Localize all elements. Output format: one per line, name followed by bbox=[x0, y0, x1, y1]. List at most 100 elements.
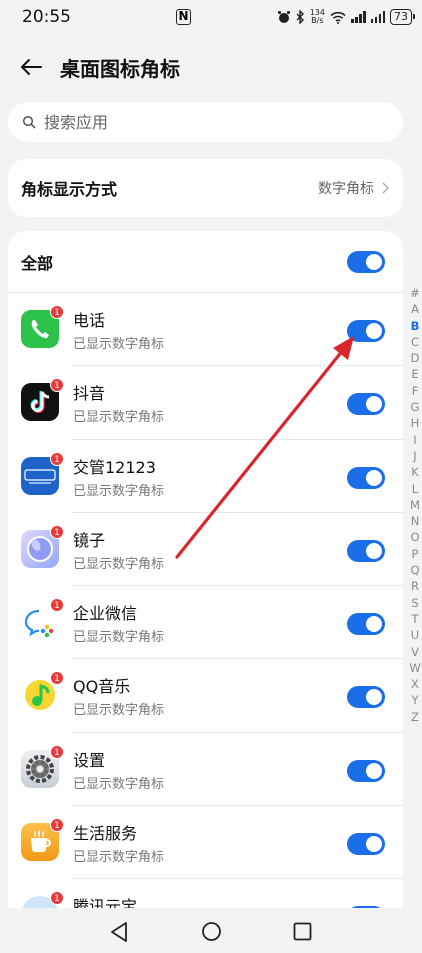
all-apps-label: 全部 bbox=[21, 253, 54, 273]
list-item: 1 生活服务 已显示数字角标 bbox=[8, 806, 403, 880]
status-time: 20:55 bbox=[22, 7, 71, 27]
nav-back-icon[interactable] bbox=[109, 921, 129, 943]
navigation-bar bbox=[0, 908, 422, 953]
index-letter[interactable]: X bbox=[408, 676, 422, 692]
index-letter[interactable]: J bbox=[408, 448, 422, 464]
app-badge-toggle[interactable] bbox=[347, 539, 385, 562]
index-letter[interactable]: F bbox=[408, 383, 422, 399]
battery-indicator: 73 bbox=[390, 9, 415, 25]
badge-display-mode-value-text: 数字角标 bbox=[318, 181, 374, 197]
app-badge-status: 已显示数字角标 bbox=[73, 337, 165, 352]
index-letter[interactable]: V bbox=[408, 644, 422, 660]
search-bar[interactable] bbox=[8, 102, 403, 142]
badge-count: 1 bbox=[50, 524, 64, 539]
index-letter[interactable]: W bbox=[408, 660, 422, 676]
index-letter[interactable]: L bbox=[408, 481, 422, 497]
index-letter[interactable]: H bbox=[408, 415, 422, 431]
app-name: 抖音 bbox=[73, 384, 106, 404]
index-letter[interactable]: A bbox=[408, 301, 422, 317]
index-letter[interactable]: G bbox=[408, 399, 422, 415]
app-badge-toggle[interactable] bbox=[347, 759, 385, 782]
index-letter[interactable]: K bbox=[408, 464, 422, 480]
app-name: 交管12123 bbox=[73, 457, 156, 477]
index-letter[interactable]: Q bbox=[408, 562, 422, 578]
app-name: 电话 bbox=[73, 311, 106, 330]
index-letter[interactable]: M bbox=[408, 497, 422, 513]
index-letter[interactable]: C bbox=[408, 334, 422, 350]
nav-recent-apps-icon[interactable] bbox=[293, 922, 312, 941]
app-badge-toggle[interactable] bbox=[347, 466, 385, 489]
badge-count: 1 bbox=[50, 598, 64, 613]
badge-count: 1 bbox=[50, 305, 64, 319]
app-badge-status: 已显示数字角标 bbox=[73, 483, 165, 499]
page-header: 桌面图标角标 bbox=[0, 44, 422, 90]
index-letter[interactable]: B bbox=[408, 318, 422, 334]
page-title: 桌面图标角标 bbox=[60, 57, 180, 81]
network-speed: 134 B/s bbox=[310, 9, 325, 25]
alphabet-index[interactable]: # A B C D E F G H I J K L M N O P Q R S T U V W X Y Z bbox=[408, 285, 422, 725]
app-name: QQ音乐 bbox=[73, 677, 131, 697]
network-speed-unit: B/s bbox=[311, 16, 324, 25]
index-letter[interactable]: E bbox=[408, 366, 422, 382]
nav-home-icon[interactable] bbox=[201, 921, 222, 942]
app-badge-status: 已显示数字角标 bbox=[73, 410, 165, 426]
nfc-icon: N bbox=[176, 9, 191, 25]
badge-count: 1 bbox=[50, 451, 64, 466]
app-badge-status: 已显示数字角标 bbox=[73, 703, 165, 719]
app-badge-toggle[interactable] bbox=[347, 613, 385, 636]
badge-count: 1 bbox=[50, 891, 64, 906]
all-apps-row: 全部 bbox=[8, 231, 403, 293]
app-badge-toggle[interactable] bbox=[347, 833, 385, 856]
search-icon bbox=[22, 115, 36, 129]
app-badge-list: 全部 1 电话 已显示数字角标 1 抖音 已显示数字角标 1 交管12123 已… bbox=[8, 231, 403, 921]
index-letter[interactable]: O bbox=[408, 529, 422, 545]
index-letter[interactable]: D bbox=[408, 350, 422, 366]
list-item: 1 设置 已显示数字角标 bbox=[8, 733, 403, 807]
list-item: 1 抖音 已显示数字角标 bbox=[8, 366, 403, 440]
chevron-right-icon bbox=[382, 182, 389, 194]
index-letter[interactable]: Y bbox=[408, 692, 422, 708]
all-apps-toggle[interactable] bbox=[347, 251, 385, 273]
index-letter[interactable]: P bbox=[408, 546, 422, 562]
app-badge-status: 已显示数字角标 bbox=[73, 630, 165, 646]
app-name: 设置 bbox=[73, 750, 106, 770]
app-badge-status: 已显示数字角标 bbox=[73, 850, 165, 866]
app-badge-toggle[interactable] bbox=[347, 686, 385, 709]
badge-count: 1 bbox=[50, 378, 64, 393]
list-item: 1 镜子 已显示数字角标 bbox=[8, 513, 403, 587]
list-item: 1 企业微信 已显示数字角标 bbox=[8, 586, 403, 660]
app-name: 镜子 bbox=[73, 530, 106, 550]
index-letter[interactable]: U bbox=[408, 627, 422, 643]
back-arrow-icon[interactable] bbox=[19, 55, 43, 79]
app-name: 生活服务 bbox=[73, 824, 138, 844]
index-letter[interactable]: I bbox=[408, 432, 422, 448]
bluetooth-icon bbox=[296, 10, 304, 24]
index-letter[interactable]: T bbox=[408, 611, 422, 627]
signal-icon-sim1 bbox=[351, 11, 366, 23]
list-item: 1 交管12123 已显示数字角标 bbox=[8, 440, 403, 513]
app-badge-status: 已显示数字角标 bbox=[73, 776, 165, 792]
list-item: 1 电话 已显示数字角标 bbox=[8, 293, 403, 367]
index-letter[interactable]: # bbox=[408, 285, 422, 301]
list-item: 1 QQ音乐 已显示数字角标 bbox=[8, 659, 403, 733]
badge-count: 1 bbox=[50, 818, 64, 833]
badge-display-mode-value: 数字角标 bbox=[318, 178, 390, 198]
signal-icon-sim2 bbox=[370, 11, 385, 23]
badge-count: 1 bbox=[50, 744, 64, 759]
search-input[interactable] bbox=[44, 112, 344, 132]
badge-display-mode-row[interactable]: 角标显示方式 数字角标 bbox=[8, 159, 403, 217]
app-name: 企业微信 bbox=[73, 604, 138, 624]
wifi-icon bbox=[330, 11, 346, 24]
index-letter[interactable]: R bbox=[408, 578, 422, 594]
status-icons: 134 B/s 73 bbox=[277, 9, 415, 25]
status-bar: 20:55 N 134 B/s 73 bbox=[0, 0, 422, 34]
alarm-icon bbox=[277, 11, 290, 23]
badge-display-mode-label: 角标显示方式 bbox=[21, 180, 118, 199]
index-letter[interactable]: Z bbox=[408, 709, 422, 725]
app-badge-toggle[interactable] bbox=[347, 320, 385, 342]
badge-count: 1 bbox=[50, 671, 64, 686]
index-letter[interactable]: S bbox=[408, 595, 422, 611]
app-badge-status: 已显示数字角标 bbox=[73, 556, 165, 572]
app-badge-toggle[interactable] bbox=[347, 393, 385, 416]
index-letter[interactable]: N bbox=[408, 513, 422, 529]
